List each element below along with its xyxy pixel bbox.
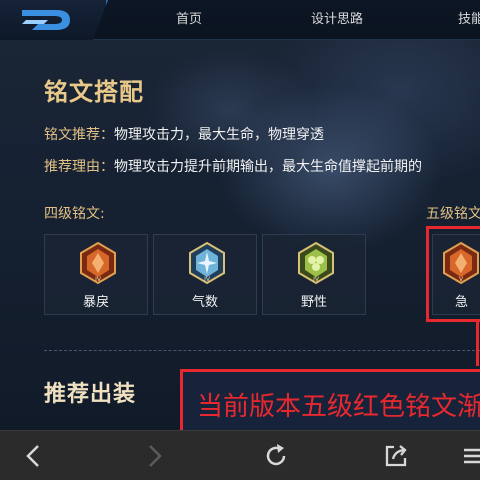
red-rune-icon: IV [80,241,116,285]
annotation-callout: 当前版本五级红色铭文渐 [180,369,480,437]
rune-recommend-label: 铭文推荐： [44,127,114,143]
share-icon [385,445,407,467]
rune-card-qishu[interactable]: IV 气数 [153,234,257,315]
forward-arrow-icon [149,445,162,467]
annotation-highlight-box [426,226,480,322]
level5-rune-label: 五级铭文 [426,206,480,222]
share-button[interactable] [382,442,410,470]
game-logo-icon [22,10,70,30]
rune-reason-row: 推荐理由：物理攻击力提升前期输出，最大生命值撑起前期的 [44,156,422,176]
rune-recommend-row: 铭文推荐：物理攻击力，最大生命，物理穿透 [44,124,324,144]
section-divider [44,350,480,351]
blue-rune-icon: IV [189,241,225,285]
outfit-section-title: 推荐出装 [44,381,137,407]
refresh-icon [266,444,286,466]
rune-reason-label: 推荐理由： [44,159,114,175]
menu-button[interactable] [460,442,480,470]
rune-recommend-value: 物理攻击力，最大生命，物理穿透 [114,127,324,143]
svg-text:IV: IV [95,276,102,283]
rune-name: 气数 [191,295,218,310]
rune-reason-value: 物理攻击力提升前期输出，最大生命值撑起前期的 [114,159,422,175]
nav-item-design[interactable]: 设计思路 [311,0,363,40]
browser-toolbar [0,430,480,480]
svg-text:IV: IV [313,276,320,283]
annotation-callout-text: 当前版本五级红色铭文渐 [197,392,480,422]
nav-item-home[interactable]: 首页 [176,0,202,40]
rune-card-yexing[interactable]: IV 野性 [262,234,366,315]
back-arrow-icon [26,445,39,467]
menu-icon [464,448,480,464]
svg-text:IV: IV [204,276,211,283]
annotation-arrow [476,322,479,366]
forward-button[interactable] [140,442,168,470]
rune-name: 暴戾 [82,295,109,310]
rune-card-baoli[interactable]: IV 暴戾 [44,234,148,315]
site-logo[interactable] [0,0,108,40]
refresh-button[interactable] [262,442,290,470]
level4-rune-label: 四级铭文: [44,206,105,222]
rune-name: 野性 [300,295,327,310]
top-navigation-bar: 首页 设计思路 技能 [0,0,480,40]
nav-item-skills[interactable]: 技能 [458,0,480,40]
back-button[interactable] [20,442,48,470]
rune-section-title: 铭文搭配 [44,77,144,106]
green-rune-icon: IV [298,241,334,285]
